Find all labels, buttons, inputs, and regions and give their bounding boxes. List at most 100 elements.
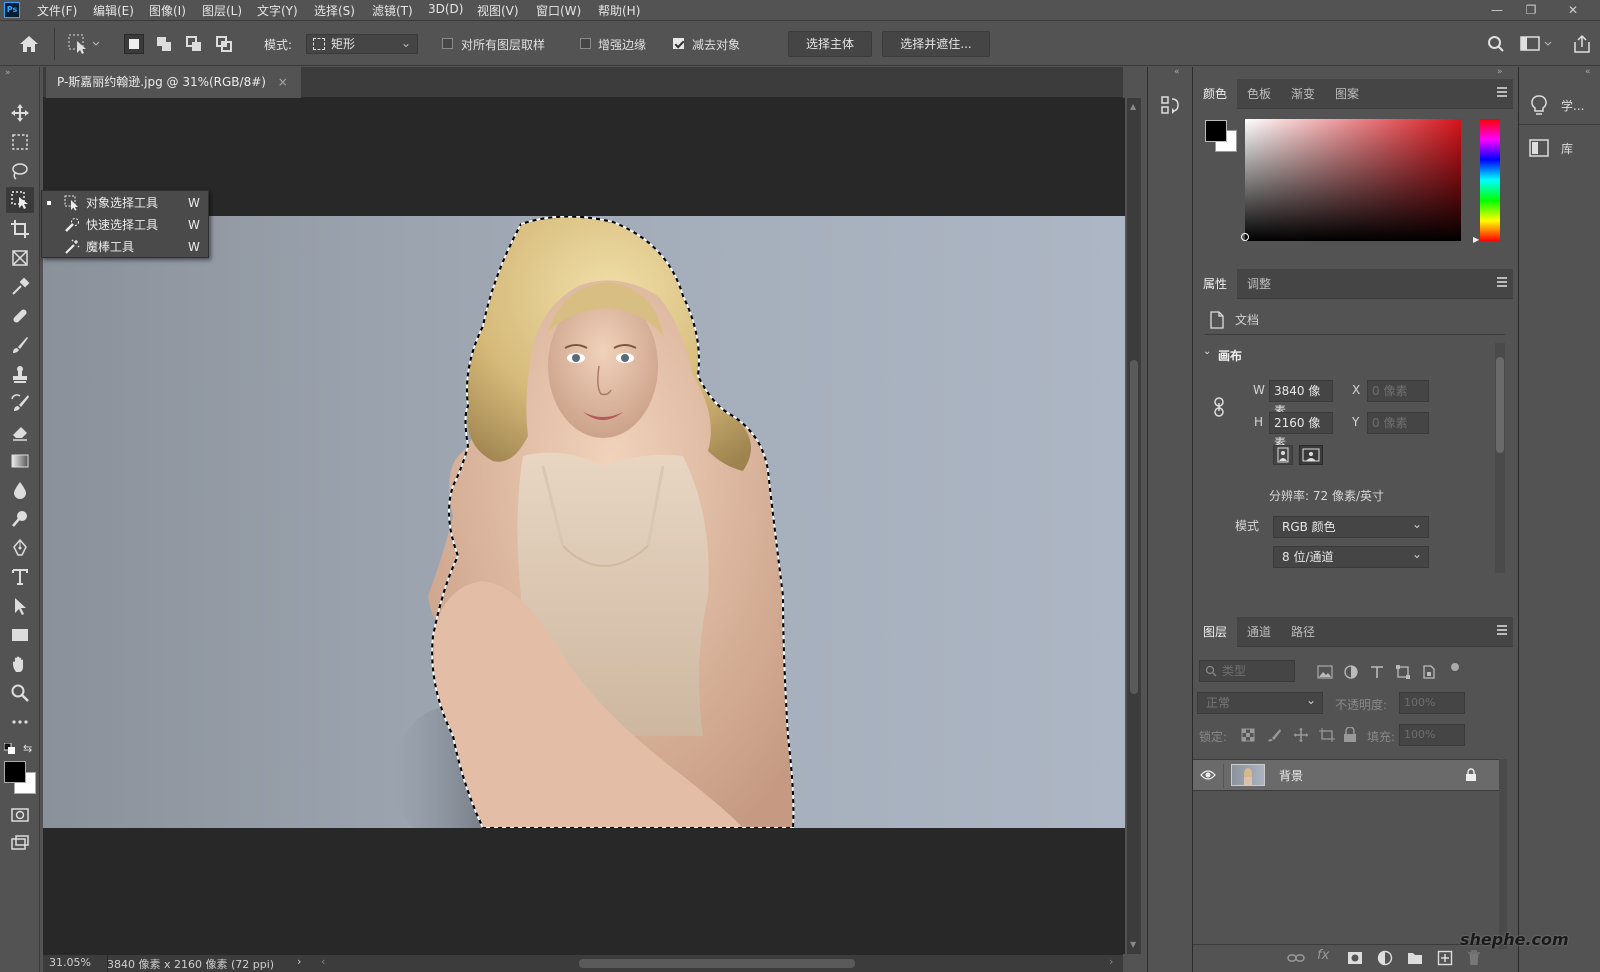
close-tab-icon[interactable]: ×	[278, 75, 288, 89]
height-input[interactable]: 2160 像素	[1269, 412, 1333, 450]
menu-item[interactable]: 3D(D)	[428, 2, 463, 16]
collapse-dock-icon[interactable]: »	[1497, 67, 1503, 77]
delete-layer-icon[interactable]	[1467, 950, 1481, 966]
object-selection-preset-icon[interactable]	[67, 33, 103, 55]
document-tab[interactable]: P-斯嘉丽约翰逊.jpg @ 31%(RGB/8#) ×	[46, 67, 301, 98]
tab-color[interactable]: 颜色	[1193, 79, 1237, 109]
scroll-right-icon[interactable]: ›	[1109, 955, 1113, 968]
adjustment-layer-icon[interactable]	[1377, 950, 1393, 966]
path-selection-tool-icon[interactable]	[6, 593, 34, 619]
rectangular-marquee-tool-icon[interactable]	[6, 129, 34, 155]
more-tools-icon[interactable]	[6, 709, 34, 735]
layers-scrollbar[interactable]	[1499, 759, 1507, 949]
width-input[interactable]: 3840 像素	[1269, 380, 1333, 418]
add-mask-icon[interactable]	[1347, 951, 1363, 965]
tab-properties[interactable]: 属性	[1193, 269, 1237, 299]
tab-adjustments[interactable]: 调整	[1237, 269, 1281, 299]
bit-depth-select[interactable]: 8 位/通道	[1273, 544, 1429, 568]
properties-scroll-thumb[interactable]	[1496, 357, 1504, 453]
intersect-selection-button[interactable]	[214, 34, 234, 54]
flyout-item-object-selection[interactable]: 对象选择工具 W	[42, 192, 208, 214]
type-tool-icon[interactable]	[6, 564, 34, 590]
filter-shape-icon[interactable]	[1395, 665, 1411, 679]
color-picker-field[interactable]	[1241, 119, 1461, 241]
subtract-object-checkbox[interactable]	[673, 38, 684, 49]
canvas-image[interactable]	[43, 216, 1125, 828]
menu-item[interactable]: 帮助(H)	[598, 2, 640, 19]
expand-panels-icon[interactable]: «	[1174, 67, 1180, 77]
history-panel-icon[interactable]	[1160, 95, 1180, 115]
eyedropper-tool-icon[interactable]	[6, 274, 34, 300]
default-colors-icon[interactable]	[4, 743, 16, 755]
filter-pixel-icon[interactable]	[1317, 665, 1333, 679]
foreground-color-swatch[interactable]	[4, 761, 26, 783]
pen-tool-icon[interactable]	[6, 535, 34, 561]
hand-tool-icon[interactable]	[6, 651, 34, 677]
landscape-orientation-icon[interactable]	[1299, 445, 1323, 465]
vertical-scrollbar[interactable]: ▲ ▼	[1127, 98, 1141, 954]
blur-tool-icon[interactable]	[6, 477, 34, 503]
new-selection-button[interactable]	[124, 34, 144, 54]
share-icon[interactable]	[1572, 34, 1592, 54]
tab-gradients[interactable]: 渐变	[1281, 79, 1325, 109]
object-selection-tool-icon[interactable]	[6, 187, 34, 213]
new-layer-icon[interactable]	[1437, 950, 1453, 966]
clone-stamp-tool-icon[interactable]	[6, 361, 34, 387]
tab-layers[interactable]: 图层	[1193, 617, 1237, 647]
restore-button[interactable]: ❐	[1520, 1, 1542, 19]
workspace-icon[interactable]	[1520, 36, 1554, 52]
menu-item[interactable]: 图像(I)	[149, 2, 186, 19]
healing-brush-tool-icon[interactable]	[6, 303, 34, 329]
new-group-icon[interactable]	[1407, 951, 1423, 965]
home-icon[interactable]	[18, 34, 40, 54]
filter-type-icon[interactable]	[1369, 665, 1385, 679]
swap-colors-icon[interactable]: ⇆	[23, 742, 32, 755]
expand-far-right-icon[interactable]: «	[1585, 67, 1591, 77]
menu-item[interactable]: 文件(F)	[37, 2, 77, 19]
gradient-tool-icon[interactable]	[6, 448, 34, 474]
hue-slider[interactable]: ▶	[1473, 119, 1500, 244]
status-menu-arrow[interactable]: ›	[297, 955, 301, 968]
scroll-left-icon[interactable]: ‹	[321, 955, 325, 968]
eraser-tool-icon[interactable]	[6, 419, 34, 445]
menu-item[interactable]: 窗口(W)	[536, 2, 581, 19]
filter-toggle-icon[interactable]	[1451, 663, 1459, 671]
horizontal-scroll-thumb[interactable]	[579, 959, 855, 968]
opacity-input[interactable]: 100%	[1399, 692, 1465, 714]
vertical-scroll-thumb[interactable]	[1130, 360, 1138, 694]
tab-patterns[interactable]: 图案	[1325, 79, 1369, 109]
color-panel-foreground-swatch[interactable]	[1205, 120, 1227, 142]
select-subject-button[interactable]: 选择主体	[788, 31, 872, 57]
zoom-level[interactable]: 31.05%	[49, 956, 91, 969]
lock-artboard-icon[interactable]	[1319, 728, 1335, 742]
subtract-from-selection-button[interactable]	[184, 34, 204, 54]
collapse-toolbar-icon[interactable]: »	[5, 68, 11, 78]
hue-slider-handle[interactable]: ▶	[1473, 235, 1479, 244]
menu-item[interactable]: 文字(Y)	[257, 2, 298, 19]
lock-pixels-icon[interactable]	[1267, 728, 1283, 742]
add-to-selection-button[interactable]	[154, 34, 174, 54]
rectangle-tool-icon[interactable]	[6, 622, 34, 648]
search-icon[interactable]	[1487, 35, 1505, 53]
tab-channels[interactable]: 通道	[1237, 617, 1281, 647]
learn-panel-button[interactable]: 学...	[1519, 85, 1600, 125]
layer-name[interactable]: 背景	[1279, 767, 1303, 784]
layer-row[interactable]: 背景	[1193, 759, 1499, 791]
tab-paths[interactable]: 路径	[1281, 617, 1325, 647]
lock-transparent-icon[interactable]	[1241, 728, 1257, 742]
enhance-edge-checkbox[interactable]	[580, 38, 591, 49]
history-brush-tool-icon[interactable]	[6, 390, 34, 416]
color-panel-menu-icon[interactable]	[1497, 87, 1507, 97]
properties-scrollbar[interactable]	[1495, 343, 1505, 573]
lasso-tool-icon[interactable]	[6, 158, 34, 184]
dodge-tool-icon[interactable]	[6, 506, 34, 532]
portrait-orientation-icon[interactable]	[1273, 445, 1293, 465]
color-mode-select[interactable]: RGB 颜色	[1273, 514, 1429, 538]
tab-swatches[interactable]: 色板	[1237, 79, 1281, 109]
menu-item[interactable]: 编辑(E)	[93, 2, 134, 19]
quick-mask-icon[interactable]	[6, 802, 34, 828]
eye-icon[interactable]	[1200, 769, 1216, 781]
scroll-up-icon[interactable]: ▲	[1130, 102, 1136, 111]
fx-icon[interactable]: fx	[1317, 948, 1329, 963]
flyout-item-magic-wand[interactable]: 魔棒工具 W	[42, 236, 208, 258]
